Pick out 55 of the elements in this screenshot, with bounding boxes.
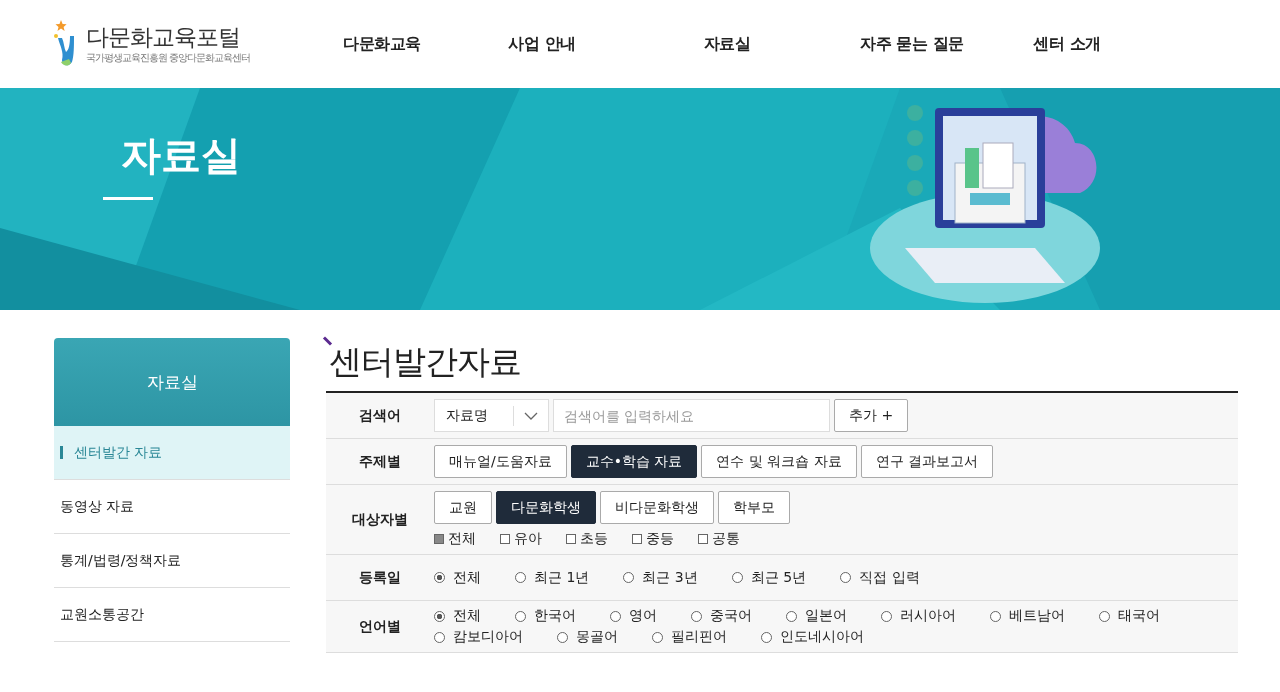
add-button[interactable]: 추가 + [834, 399, 909, 432]
radio-option[interactable]: 중국어 [691, 607, 752, 625]
sidebar-item[interactable]: 센터발간 자료 [54, 426, 290, 480]
radio-option[interactable]: 전체 [434, 568, 481, 587]
filter-button[interactable]: 교수•학습 자료 [570, 445, 698, 478]
radio-option[interactable]: 영어 [610, 607, 657, 625]
radio-option[interactable]: 전체 [434, 607, 481, 625]
active-marker-icon [60, 446, 63, 459]
radio-option[interactable]: 최근 1년 [515, 568, 590, 587]
radio-option[interactable]: 베트남어 [990, 607, 1065, 625]
filter-button[interactable]: 비다문화학생 [600, 491, 714, 524]
checkbox-option[interactable]: 유아 [500, 530, 542, 548]
radio-option[interactable]: 최근 3년 [623, 568, 698, 587]
filter-button[interactable]: 매뉴얼/도움자료 [434, 445, 567, 478]
radio-option[interactable]: 러시아어 [881, 607, 956, 625]
caret-icon [524, 411, 538, 420]
checkbox-option[interactable]: 중등 [632, 530, 674, 548]
checkbox-option[interactable]: 공통 [698, 530, 740, 548]
banner-title: 자료실 [121, 131, 241, 180]
nav-link[interactable]: 다문화교육 [322, 33, 442, 55]
sidebar-item[interactable]: 교원소통공간 [54, 588, 290, 642]
radio-option[interactable]: 필리핀어 [652, 628, 727, 646]
radio-option[interactable]: 캄보디아어 [434, 628, 523, 646]
radio-option[interactable]: 인도네시아어 [761, 628, 864, 646]
radio-option[interactable]: 몽골어 [557, 628, 618, 646]
nav-link[interactable]: 자료실 [642, 33, 812, 55]
filter-button[interactable]: 연수 및 워크숍 자료 [701, 445, 857, 478]
filter-button[interactable]: 연구 결과보고서 [860, 445, 994, 478]
filter-label: 주제별 [358, 452, 402, 471]
select-dropdown[interactable]: 자료명 [434, 399, 549, 432]
filter-label: 대상자별 [351, 510, 409, 529]
sidebar-item[interactable]: 동영상 자료 [54, 480, 290, 534]
checkbox-option[interactable]: 전체 [434, 530, 476, 548]
search-field[interactable]: 검색어를 입력하세요 [553, 399, 830, 432]
filter-label: 검색어 [358, 406, 402, 425]
page-title: 센터발간자료 [329, 342, 521, 382]
radio-option[interactable]: 일본어 [786, 607, 847, 625]
title-tick-icon [322, 336, 333, 346]
logo-title[interactable]: 다문화교육포털 [86, 23, 251, 51]
nav-link[interactable]: 사업 안내 [442, 33, 642, 55]
filter-button[interactable]: 학부모 [718, 491, 790, 524]
radio-option[interactable]: 직접 입력 [840, 568, 920, 587]
radio-option[interactable]: 한국어 [515, 607, 576, 625]
sidebar-item[interactable]: 통계/법령/정책자료 [54, 534, 290, 588]
nav-link[interactable]: 자주 묻는 질문 [812, 33, 1012, 55]
filter-label: 등록일 [358, 568, 402, 587]
sidebar-title: 자료실 [54, 338, 290, 426]
nav-link[interactable]: 센터 소개 [1012, 33, 1122, 55]
filter-button[interactable]: 다문화학생 [496, 491, 596, 524]
checkbox-option[interactable]: 초등 [566, 530, 608, 548]
logo-subtitle: 국가평생교육진흥원 중앙다문화교육센터 [86, 51, 251, 65]
radio-option[interactable]: 태국어 [1099, 607, 1160, 625]
filter-label: 언어별 [358, 617, 402, 636]
filter-button[interactable]: 교원 [434, 491, 492, 524]
radio-option[interactable]: 최근 5년 [731, 568, 807, 587]
